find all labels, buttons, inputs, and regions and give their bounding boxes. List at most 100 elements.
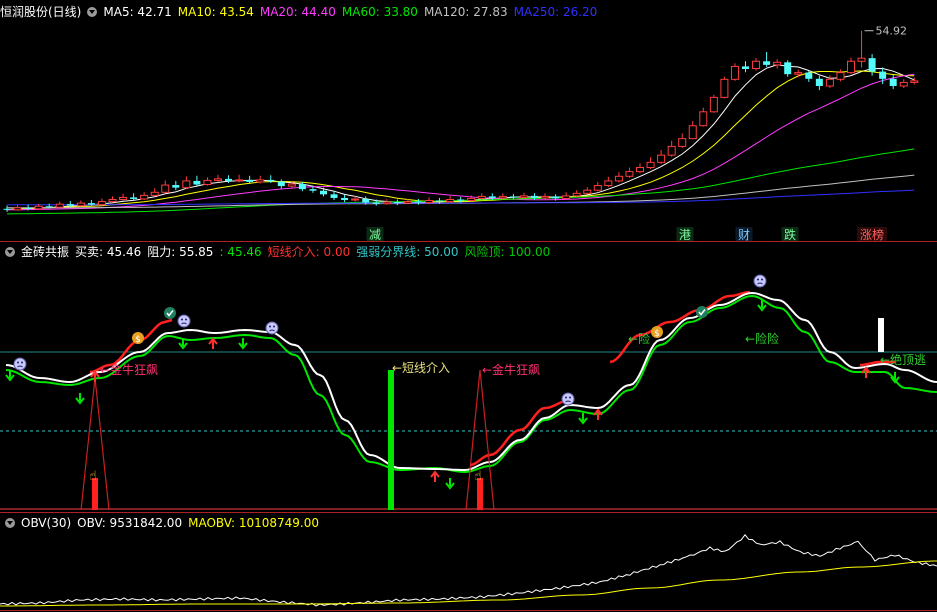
candle-body-up — [203, 179, 212, 186]
candle-body-up — [108, 198, 117, 203]
green-momentum-line — [5, 294, 937, 474]
face-eye — [185, 318, 187, 321]
candle-body-down — [330, 194, 338, 198]
down-arrow-icon — [238, 338, 248, 350]
candle-body-up — [625, 171, 634, 177]
candle-body-up — [55, 203, 64, 208]
legend-risk-top: 风险顶: 100.00 — [464, 245, 551, 259]
signal-tag: 减 — [369, 228, 381, 242]
candle-body-down — [87, 203, 95, 205]
candle-body-up — [351, 198, 360, 201]
candle-body-up — [593, 185, 602, 191]
candle-body-up — [446, 198, 455, 203]
candle-body-up — [678, 138, 687, 147]
candle-body-down — [889, 78, 897, 87]
indicator-title[interactable]: 金砖共振 — [21, 245, 69, 259]
candle-body-down — [267, 179, 275, 182]
signal-tag: 跌 — [784, 227, 796, 242]
dropdown-icon[interactable] — [87, 7, 98, 17]
candle-body-down — [341, 197, 349, 201]
signal-tag: 财 — [738, 228, 750, 242]
candle-body-down — [393, 202, 401, 204]
candle-body-up — [730, 65, 739, 80]
signal-tag: 港 — [679, 228, 691, 242]
sad-face-icon — [177, 314, 191, 328]
panel-separators — [0, 241, 937, 611]
legend-obv: OBV: 9531842.00 — [77, 516, 183, 530]
sad-face-icon — [753, 274, 767, 288]
red-momentum-line — [469, 398, 571, 467]
legend-strength-divider: 强弱分界线: 50.00 — [356, 245, 459, 259]
candle-body-up — [614, 175, 623, 182]
obv-line — [0, 533, 937, 607]
candle-body-up — [667, 145, 676, 156]
annotation-bull-left: ←金牛狂飙 — [100, 362, 158, 377]
candle-body-up — [583, 189, 592, 194]
dropdown-icon[interactable] — [5, 518, 15, 528]
candle-body-up — [688, 125, 697, 140]
face-eye — [21, 361, 23, 364]
candle-body-up — [235, 179, 244, 182]
check-badge-icon — [696, 306, 708, 318]
candle-body-down — [488, 196, 496, 198]
face-eye — [569, 396, 571, 399]
candle-body-up — [13, 207, 22, 211]
candle-body-down — [130, 197, 138, 199]
candle-body-down — [24, 207, 32, 209]
candle-body-down — [225, 178, 233, 181]
candle-body-up — [119, 196, 128, 200]
hand-icon: ☝ — [474, 469, 482, 484]
hand-icon: ☝ — [89, 469, 97, 484]
candle-body-up — [847, 60, 855, 74]
legend-buysell: 买卖: 45.46 — [75, 245, 142, 259]
sad-face-icon — [265, 321, 279, 335]
candle-body-down — [362, 198, 370, 203]
candle-body-up — [709, 96, 718, 113]
obv-title[interactable]: OBV(30) — [21, 516, 71, 530]
obv-panel[interactable] — [0, 533, 937, 607]
candle-body-up — [97, 201, 106, 206]
candle-body-down — [3, 208, 11, 210]
candle-body-down — [457, 199, 465, 201]
down-arrow-icon — [578, 413, 588, 425]
candle-body-down — [784, 62, 792, 75]
candle-body-down — [742, 66, 749, 69]
candle-body-up — [382, 201, 391, 205]
candle-body-up — [214, 178, 222, 181]
sad-face-icon — [13, 357, 27, 371]
candle-body-up — [498, 195, 507, 199]
up-arrow-icon — [208, 337, 218, 349]
candle-body-down — [531, 195, 538, 198]
candle-body-down — [246, 179, 254, 182]
candle-body-down — [66, 204, 74, 206]
sad-face-icon — [561, 392, 575, 406]
candle-body-down — [763, 61, 771, 65]
candle-body-up — [425, 200, 433, 204]
money-sign: $ — [654, 329, 660, 339]
annotation-top-escape: ←绝顶逃 — [880, 352, 926, 367]
candle-body-up — [140, 194, 149, 200]
candle-body-up — [150, 191, 159, 196]
candle-body-up — [477, 195, 486, 199]
face-eye — [181, 318, 183, 321]
face-eye — [17, 361, 19, 364]
short-entry-green-bar — [388, 370, 394, 510]
annotation-bull-right: ←金牛狂飙 — [482, 362, 540, 377]
candle-body-down — [552, 196, 560, 199]
annotation-risk-2: ←险险 — [745, 331, 779, 346]
indicator-panel[interactable]: ☝ ☝ ←金牛狂飙 ←短线介入 ←金牛狂飙 ←险 ←险险 ←绝顶逃 $ $ — [0, 274, 937, 511]
candle-body-up — [604, 180, 613, 187]
kline-panel[interactable]: 54.92 减 港 财 跌 涨榜 — [3, 25, 919, 242]
candle-body-up — [636, 167, 644, 173]
legend-green-line: : 45.46 — [219, 245, 262, 259]
candle-body-down — [172, 185, 180, 188]
legend-ma10: MA10: 43.54 — [177, 5, 254, 19]
annotation-short-entry: ←短线介入 — [392, 361, 450, 375]
down-arrow-icon — [445, 478, 455, 490]
legend-maobv: MAOBV: 10108749.00 — [188, 516, 320, 530]
candle-body-down — [298, 184, 306, 190]
candle-body-down — [879, 71, 887, 79]
dropdown-icon[interactable] — [5, 247, 15, 257]
face-eye — [273, 325, 275, 328]
stock-title[interactable]: 恒润股份(日线) — [0, 5, 81, 19]
